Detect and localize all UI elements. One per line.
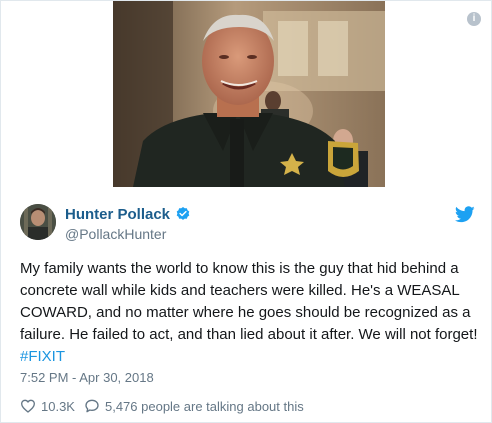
info-icon[interactable]: i xyxy=(467,12,481,26)
verified-badge-icon xyxy=(176,207,190,220)
hashtag-link[interactable]: #FIXIT xyxy=(20,348,65,365)
author-names: Hunter Pollack @PollackHunter xyxy=(65,204,191,242)
tweet-photo[interactable] xyxy=(113,1,385,187)
author-display-name[interactable]: Hunter Pollack xyxy=(65,206,170,223)
author-handle[interactable]: @PollackHunter xyxy=(65,226,191,242)
tweet-author: Hunter Pollack @PollackHunter xyxy=(20,204,480,244)
twitter-bird-icon[interactable] xyxy=(455,206,475,223)
tweet-actions: 10.3K 5,476 people are talking about thi… xyxy=(20,398,304,414)
tweet-timestamp[interactable]: 7:52 PM - Apr 30, 2018 xyxy=(20,370,154,385)
conversation-link[interactable]: 5,476 people are talking about this xyxy=(84,398,304,414)
like-count: 10.3K xyxy=(41,398,75,414)
tweet-body: My family wants the world to know this i… xyxy=(20,260,478,343)
avatar[interactable] xyxy=(20,204,56,240)
like-button[interactable]: 10.3K xyxy=(20,398,75,414)
conversation-text: 5,476 people are talking about this xyxy=(104,398,304,414)
tweet-text: My family wants the world to know this i… xyxy=(20,258,482,368)
photo-officer xyxy=(113,1,385,187)
heart-icon xyxy=(21,399,35,413)
tweet-card: i Hunter Pollack @PollackHunter My famil… xyxy=(0,0,492,423)
speech-bubble-icon xyxy=(85,399,99,413)
